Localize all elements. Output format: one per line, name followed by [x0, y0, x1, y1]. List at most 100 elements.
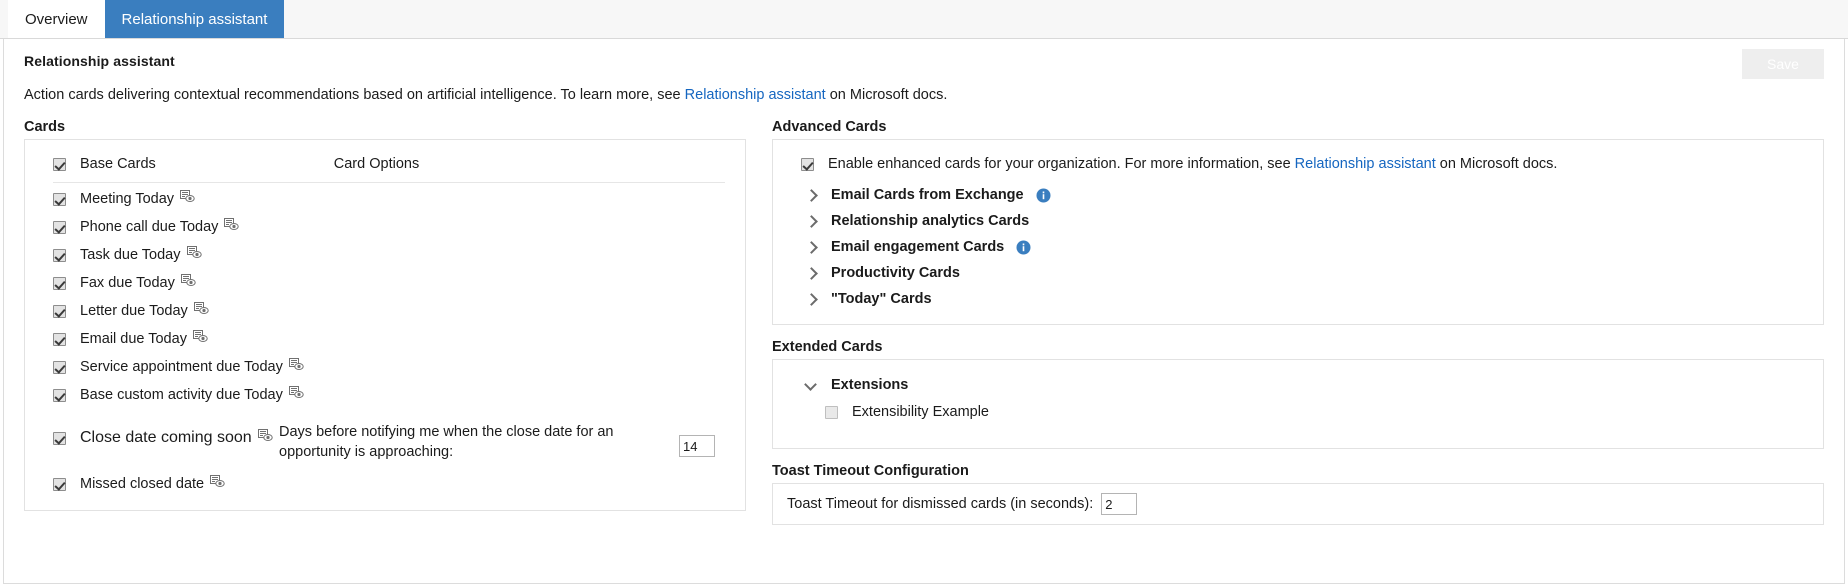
advanced-group-label: "Today" Cards — [831, 291, 932, 307]
card-checkbox-letter-due-today[interactable] — [53, 304, 66, 318]
advanced-group-relationship-analytics-cards[interactable]: Relationship analytics Cards — [773, 208, 1823, 234]
preview-card-icon[interactable] — [288, 386, 304, 404]
advanced-group-label: Email engagement Cards — [831, 239, 1005, 255]
toast-timeout-title: Toast Timeout Configuration — [772, 463, 969, 479]
preview-card-icon[interactable] — [180, 190, 195, 208]
card-row[interactable]: Service appointment due Today — [25, 353, 745, 381]
preview-card-icon[interactable] — [192, 330, 208, 348]
enable-enhanced-cards-text: Enable enhanced cards for your organizat… — [828, 156, 1557, 172]
card-checkbox-service-appointment-due-today[interactable] — [53, 360, 66, 374]
card-options-column-header: Card Options — [333, 156, 420, 172]
preview-card-icon[interactable] — [186, 246, 202, 264]
extended-cards-title: Extended Cards — [772, 339, 883, 355]
card-label: Phone call due Today — [80, 219, 219, 235]
toast-timeout-field-label: Toast Timeout for dismissed cards (in se… — [787, 496, 1094, 512]
toast-timeout-panel: Toast Timeout for dismissed cards (in se… — [772, 483, 1824, 525]
tab-relationship-assistant[interactable]: Relationship assistant — [104, 0, 285, 38]
settings-columns: Cards Base Cards Card Options Meeting To… — [4, 103, 1844, 525]
enable-enhanced-text-after: on Microsoft docs. — [1435, 156, 1558, 172]
cards-section-title: Cards — [24, 119, 66, 135]
advanced-group-today-cards[interactable]: "Today" Cards — [773, 286, 1823, 312]
card-checkbox-phone-call-due-today[interactable] — [53, 220, 66, 234]
card-label: Task due Today — [80, 247, 181, 263]
card-row[interactable]: Base custom activity due Today — [25, 381, 745, 409]
info-icon[interactable] — [1016, 240, 1031, 255]
chevron-right-icon — [805, 293, 817, 305]
cards-header-row: Base Cards Card Options — [25, 152, 745, 176]
preview-card-icon[interactable] — [180, 274, 196, 292]
card-checkbox-email-due-today[interactable] — [53, 332, 66, 346]
enable-enhanced-cards-checkbox[interactable] — [801, 158, 814, 171]
base-cards-label: Base Cards — [80, 156, 156, 172]
chevron-right-icon — [805, 215, 817, 227]
card-checkbox-missed-closed-date[interactable] — [53, 477, 66, 491]
chevron-down-icon — [805, 379, 817, 391]
advanced-cards-panel: Enable enhanced cards for your organizat… — [772, 139, 1824, 325]
cards-panel: Base Cards Card Options Meeting Today Ph… — [24, 139, 746, 512]
preview-card-icon[interactable] — [193, 302, 209, 320]
close-date-left[interactable]: Close date coming soon — [53, 419, 279, 447]
save-button[interactable]: Save — [1742, 49, 1824, 79]
enable-enhanced-cards-row: Enable enhanced cards for your organizat… — [773, 152, 1823, 182]
toast-timeout-input[interactable] — [1101, 493, 1138, 515]
extended-group-label: Extensions — [831, 377, 909, 393]
page-description: Action cards delivering contextual recom… — [24, 87, 1824, 103]
card-label: Service appointment due Today — [80, 359, 283, 375]
card-checkbox-close-date-coming-soon[interactable] — [53, 431, 66, 445]
card-label: Missed closed date — [80, 476, 205, 493]
page-header: Relationship assistant Action cards deli… — [4, 39, 1844, 103]
card-row[interactable]: Task due Today — [25, 241, 745, 269]
chevron-right-icon — [805, 267, 817, 279]
card-row[interactable]: Fax due Today — [25, 269, 745, 297]
card-label: Base custom activity due Today — [80, 387, 283, 403]
chevron-right-icon — [805, 189, 817, 201]
preview-card-icon[interactable] — [210, 475, 225, 493]
enable-enhanced-text-before: Enable enhanced cards for your organizat… — [828, 156, 1295, 172]
close-date-row: Close date coming soon Days before notif… — [25, 409, 745, 464]
preview-card-icon[interactable] — [224, 218, 240, 236]
card-row[interactable]: Phone call due Today — [25, 213, 745, 241]
card-checkbox-fax-due-today[interactable] — [53, 276, 66, 290]
advanced-group-email-engagement-cards[interactable]: Email engagement Cards — [773, 234, 1823, 260]
card-label: Letter due Today — [80, 303, 188, 319]
card-checkbox-base-custom-activity-due-today[interactable] — [53, 388, 66, 402]
card-row[interactable]: Letter due Today — [25, 297, 745, 325]
cards-header-divider — [53, 182, 725, 183]
tab-strip: Overview Relationship assistant — [0, 0, 1848, 39]
close-date-option-label: Days before notifying me when the close … — [279, 424, 614, 460]
cards-column: Cards Base Cards Card Options Meeting To… — [24, 119, 746, 512]
tab-overview[interactable]: Overview — [8, 0, 105, 38]
list-item[interactable]: Extensibility Example — [773, 398, 1823, 426]
card-row[interactable]: Meeting Today — [25, 185, 745, 213]
card-label: Email due Today — [80, 331, 187, 347]
advanced-group-label: Email Cards from Exchange — [831, 187, 1024, 203]
extended-group-extensions[interactable]: Extensions — [773, 372, 1823, 398]
advanced-group-label: Relationship analytics Cards — [831, 213, 1030, 229]
advanced-group-email-cards-from-exchange[interactable]: Email Cards from Exchange — [773, 182, 1823, 208]
info-icon[interactable] — [1036, 188, 1051, 203]
close-date-days-input[interactable] — [679, 435, 715, 457]
card-checkbox-task-due-today[interactable] — [53, 248, 66, 262]
card-label: Fax due Today — [80, 275, 175, 291]
card-label: Close date coming soon — [80, 429, 252, 446]
card-row[interactable]: Email due Today — [25, 325, 745, 353]
preview-card-icon[interactable] — [257, 429, 273, 447]
page-description-text-after: on Microsoft docs. — [825, 87, 948, 103]
content-frame: Relationship assistant Action cards deli… — [3, 39, 1845, 584]
extended-cards-panel: Extensions Extensibility Example — [772, 359, 1824, 449]
relationship-assistant-doc-link[interactable]: Relationship assistant — [685, 87, 826, 103]
card-checkbox-meeting-today[interactable] — [53, 192, 66, 206]
advanced-group-label: Productivity Cards — [831, 265, 960, 281]
extensibility-example-label: Extensibility Example — [852, 404, 989, 420]
enhanced-cards-doc-link[interactable]: Relationship assistant — [1295, 156, 1436, 172]
card-row[interactable]: Missed closed date — [25, 464, 745, 498]
base-cards-checkbox[interactable] — [53, 157, 66, 171]
page-description-text-before: Action cards delivering contextual recom… — [24, 87, 685, 103]
card-label: Meeting Today — [80, 191, 175, 207]
page-title: Relationship assistant — [24, 53, 175, 69]
advanced-cards-title: Advanced Cards — [772, 119, 887, 135]
extensibility-example-checkbox[interactable] — [825, 405, 838, 419]
advanced-group-productivity-cards[interactable]: Productivity Cards — [773, 260, 1823, 286]
chevron-right-icon — [805, 241, 817, 253]
preview-card-icon[interactable] — [288, 358, 304, 376]
